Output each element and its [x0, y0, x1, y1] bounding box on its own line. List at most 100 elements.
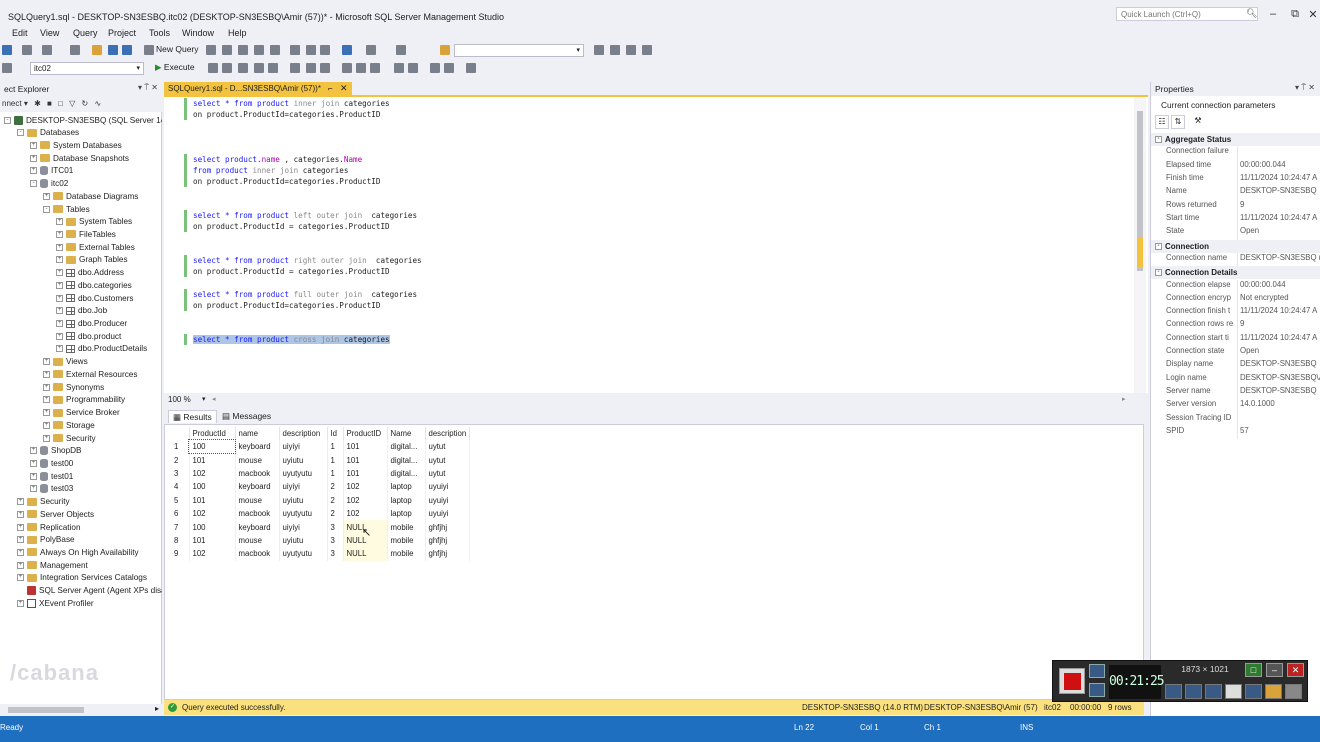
property-category[interactable]: - Connection [1151, 239, 1320, 253]
table-cell[interactable]: uyutyutu [279, 547, 328, 561]
property-row[interactable]: Start time 11/11/2024 10:24:47 A [1151, 212, 1320, 227]
code-line[interactable]: select * from product inner join categor… [193, 99, 390, 108]
zoom-select[interactable]: 100 % [168, 395, 191, 404]
table-cell[interactable]: digital... [387, 466, 426, 481]
table-cell[interactable]: 100 [189, 520, 236, 534]
expand-icon[interactable]: + [56, 230, 63, 238]
undo-icon[interactable] [342, 45, 352, 55]
close-icon[interactable]: ✕ [1287, 663, 1304, 677]
categorized-icon[interactable]: ☷ [1155, 115, 1169, 129]
table-cell[interactable]: 102 [343, 506, 388, 521]
row-number[interactable]: 8 [171, 533, 190, 548]
expand-icon[interactable]: + [56, 320, 63, 328]
tree-node[interactable]: SQL Server Agent (Agent XPs disabl [17, 585, 162, 597]
table-cell[interactable]: uyutyutu [279, 506, 328, 521]
table-row[interactable]: 9 102 macbook uyutyutu 3 NULL mobile ghfjhj [171, 547, 471, 561]
code-line[interactable]: on product.ProductId = categories.Produc… [193, 267, 390, 276]
menu-tools[interactable]: Tools [149, 28, 170, 38]
property-row[interactable]: Connection finish t 11/11/2024 10:24:47 A [1151, 306, 1320, 320]
code-line[interactable]: select * from product left outer join ca… [193, 211, 417, 220]
table-cell[interactable]: 1 [327, 466, 344, 481]
tree-node[interactable]: + test01 [30, 470, 73, 482]
folder-icon[interactable] [1265, 684, 1282, 699]
scroll-right-icon[interactable]: ▸ [1122, 395, 1126, 403]
table-cell[interactable]: digital... [387, 453, 426, 467]
expand-icon[interactable]: + [30, 167, 37, 175]
solution-explorer-icon[interactable] [594, 45, 604, 55]
client-statistics-icon[interactable] [320, 63, 330, 73]
tree-node[interactable]: + Graph Tables [56, 254, 128, 266]
table-cell[interactable]: 2 [327, 493, 344, 507]
expand-icon[interactable]: + [43, 421, 50, 429]
row-number[interactable]: 3 [171, 466, 190, 481]
table-cell[interactable]: keyboard [235, 520, 280, 534]
scroll-left-icon[interactable]: ◂ [212, 395, 216, 403]
table-cell[interactable]: uytut [425, 440, 471, 454]
table-cell[interactable]: uiyiyi [279, 520, 328, 534]
tree-node[interactable]: + Database Diagrams [43, 190, 138, 202]
table-cell[interactable]: uytut [425, 453, 471, 467]
alphabetical-icon[interactable]: ⇅ [1171, 115, 1185, 129]
expand-icon[interactable]: + [56, 256, 63, 264]
table-cell[interactable]: digital... [387, 440, 426, 454]
property-row[interactable]: Login name DESKTOP-SN3ESBQ\A [1151, 372, 1320, 387]
connect-button[interactable]: nnect [2, 99, 22, 108]
code-line[interactable]: select * from product right outer join c… [193, 256, 422, 265]
minimize-button[interactable]: – [1266, 8, 1280, 20]
toolbox-icon[interactable] [626, 45, 636, 55]
find-in-files-icon[interactable] [440, 45, 450, 55]
table-cell[interactable]: uyuiyi [425, 506, 471, 521]
row-number[interactable]: 2 [171, 453, 190, 467]
table-cell[interactable]: 3 [327, 533, 344, 548]
row-number[interactable]: 7 [171, 520, 190, 534]
tab-results[interactable]: ▦ Results [168, 410, 217, 423]
camera-icon[interactable] [1089, 664, 1105, 678]
properties-window-icon[interactable] [610, 45, 620, 55]
expand-icon[interactable]: + [30, 154, 37, 162]
database-select[interactable]: itc02 ▾ [30, 62, 144, 75]
collapse-icon[interactable]: - [1155, 242, 1162, 250]
expand-icon[interactable]: + [56, 243, 63, 251]
table-cell[interactable]: macbook [235, 547, 280, 561]
add-item-icon[interactable] [70, 45, 80, 55]
collapse-icon[interactable]: - [30, 180, 37, 188]
table-cell[interactable]: mouse [235, 533, 280, 548]
expand-icon[interactable]: + [17, 548, 24, 556]
table-row[interactable]: 2 101 mouse uyiutu 1 101 digital... uytut [171, 453, 471, 467]
table-row[interactable]: 3 102 macbook uyutyutu 1 101 digital... uytut [171, 466, 471, 481]
dmx-query-icon[interactable] [254, 45, 264, 55]
tree-node[interactable]: + System Tables [56, 216, 132, 228]
table-cell[interactable]: 100 [188, 438, 236, 455]
settings-icon[interactable] [1285, 684, 1302, 699]
table-cell[interactable]: mouse [235, 453, 280, 467]
connect-icon[interactable]: ✱ [34, 99, 41, 108]
chevron-down-icon[interactable]: ▾ [202, 395, 206, 403]
property-row[interactable]: Connection rows re 9 [1151, 319, 1320, 333]
speaker-icon[interactable] [1165, 684, 1182, 699]
table-cell[interactable]: macbook [235, 466, 280, 481]
tree-node[interactable]: + Service Broker [43, 407, 120, 419]
cut-icon[interactable] [290, 45, 300, 55]
close-window-button[interactable]: ✕ [1306, 8, 1320, 21]
property-row[interactable]: Connection encryp Not encrypted [1151, 292, 1320, 307]
table-cell[interactable]: 101 [343, 466, 388, 481]
table-cell[interactable]: NULL [343, 547, 388, 561]
cursor-icon[interactable] [1225, 684, 1242, 699]
tree-node[interactable]: - Databases [17, 127, 79, 139]
column-header[interactable]: Name [387, 427, 426, 440]
table-cell[interactable]: uiyiyi [279, 480, 328, 494]
save-all-icon[interactable] [122, 45, 132, 55]
table-cell[interactable]: 102 [189, 506, 236, 521]
table-row[interactable]: 1 100 keyboard uiyiyi 1 101 digital... uytut [171, 438, 471, 455]
query-options-icon[interactable] [268, 63, 278, 73]
property-row[interactable]: Connection start ti 11/11/2024 10:24:47 A [1151, 332, 1320, 347]
table-cell[interactable]: uyuiyi [425, 480, 471, 494]
property-row[interactable]: Rows returned 9 [1151, 199, 1320, 213]
property-row[interactable]: Session Tracing ID [1151, 412, 1320, 427]
property-row[interactable]: Connection state Open [1151, 346, 1320, 360]
expand-icon[interactable]: + [30, 485, 37, 493]
tree-node[interactable]: + Synonyms [43, 381, 104, 393]
expand-icon[interactable]: + [17, 561, 24, 569]
tree-node[interactable]: + FileTables [56, 228, 116, 240]
column-header[interactable]: Id [327, 427, 344, 440]
